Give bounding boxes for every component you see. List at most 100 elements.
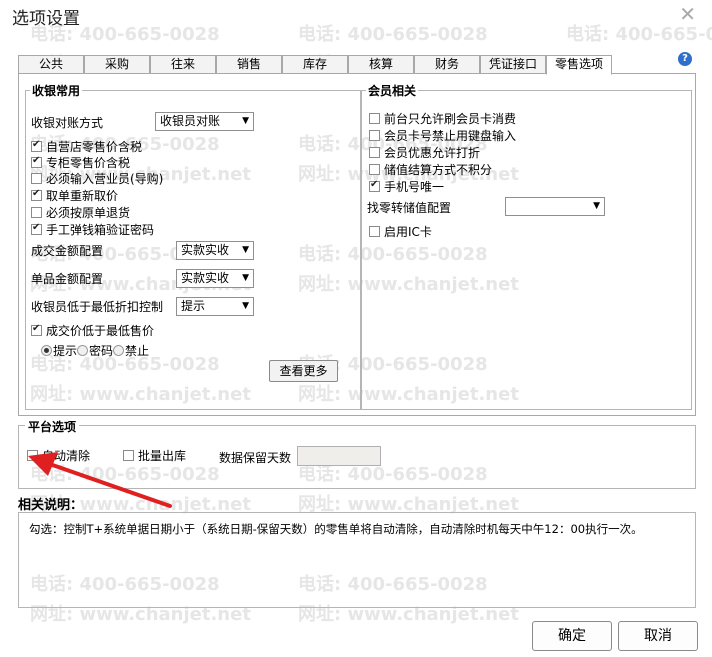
- deal-amount-value: 实款实收: [181, 243, 230, 257]
- item-amount-select[interactable]: 实款实收 ▼: [176, 269, 254, 288]
- item-amount-value: 实款实收: [181, 271, 230, 285]
- check-label: 批量出库: [138, 449, 187, 463]
- dropdown-arrow-icon: ▼: [242, 301, 249, 311]
- tab-inventory[interactable]: 库存: [282, 55, 348, 74]
- check-counter-tax[interactable]: 专柜零售价含税: [31, 154, 130, 171]
- check-member-card-only[interactable]: 前台只允许刷会员卡消费: [369, 110, 516, 127]
- radio-icon[interactable]: [77, 345, 89, 356]
- retain-days-input[interactable]: [297, 446, 381, 466]
- deal-amount-label: 成交金额配置: [31, 244, 104, 258]
- checkbox-icon[interactable]: [369, 179, 380, 192]
- check-label: 储值结算方式不积分: [384, 163, 493, 177]
- check-reprice-on-recall[interactable]: 取单重新取价: [31, 187, 118, 204]
- checkbox-icon[interactable]: [27, 450, 38, 461]
- check-label: 手机号唯一: [384, 180, 445, 194]
- title-bar: 选项设置 ✕: [0, 0, 712, 30]
- check-return-by-original[interactable]: 必须按原单退货: [31, 204, 130, 221]
- item-amount-label: 单品金额配置: [31, 272, 104, 286]
- change-to-stored-label: 找零转储值配置: [367, 201, 452, 215]
- check-enable-ic-card[interactable]: 启用IC卡: [369, 223, 432, 240]
- change-to-stored-select[interactable]: ▼: [505, 197, 605, 216]
- dropdown-arrow-icon: ▼: [242, 273, 249, 283]
- checkbox-icon[interactable]: [123, 450, 134, 461]
- checkbox-icon[interactable]: [369, 164, 380, 175]
- checkbox-icon[interactable]: [31, 155, 42, 168]
- check-label: 必须按原单退货: [46, 206, 131, 220]
- checkbox-icon[interactable]: [369, 130, 380, 141]
- dropdown-arrow-icon: ▼: [242, 245, 249, 255]
- check-label: 前台只允许刷会员卡消费: [384, 112, 517, 126]
- checkbox-icon[interactable]: [31, 207, 42, 218]
- tab-finance[interactable]: 财务: [414, 55, 480, 74]
- check-require-salesperson[interactable]: 必须输入营业员(导购): [31, 170, 163, 187]
- check-batch-out[interactable]: 批量出库: [123, 447, 186, 464]
- platform-options-group: 平台选项 自动清除 批量出库 数据保留天数: [18, 418, 696, 489]
- check-label: 自营店零售价含税: [46, 140, 143, 154]
- radio-icon[interactable]: [113, 345, 125, 356]
- check-label: 自动清除: [42, 449, 91, 463]
- check-member-discount[interactable]: 会员优惠允许打折: [369, 144, 480, 161]
- tab-accounts[interactable]: 往来: [150, 55, 216, 74]
- checkbox-icon[interactable]: [31, 222, 42, 235]
- check-self-store-tax[interactable]: 自营店零售价含税: [31, 138, 142, 155]
- check-label: 启用IC卡: [384, 225, 432, 239]
- check-label: 会员卡号禁止用键盘输入: [384, 129, 517, 143]
- tab-costing[interactable]: 核算: [348, 55, 414, 74]
- member-group-title: 会员相关: [368, 84, 417, 98]
- check-unique-phone[interactable]: 手机号唯一: [369, 178, 444, 195]
- description-label: 相关说明：: [18, 498, 84, 513]
- close-icon[interactable]: ✕: [679, 2, 696, 26]
- check-card-no-keyboard[interactable]: 会员卡号禁止用键盘输入: [369, 127, 516, 144]
- radio-label: 密码: [89, 344, 114, 358]
- checkbox-icon[interactable]: [369, 113, 380, 124]
- options-dialog: 电话: 400-665-0028 电话: 400-665-0028 电话: 40…: [0, 0, 712, 657]
- radio-password[interactable]: 密码: [77, 344, 113, 358]
- checkbox-icon[interactable]: [31, 173, 42, 184]
- check-auto-clear[interactable]: 自动清除: [27, 447, 90, 464]
- min-discount-label: 收银员低于最低折扣控制: [31, 300, 164, 314]
- description-text: 勾选：控制T+系统单据日期小于（系统日期-保留天数）的零售单将自动清除，自动清除…: [29, 522, 643, 536]
- platform-options-title: 平台选项: [25, 418, 80, 435]
- check-label: 必须输入营业员(导购): [46, 172, 164, 186]
- checkbox-icon[interactable]: [31, 323, 42, 336]
- check-label: 取单重新取价: [46, 189, 119, 203]
- checkbox-icon[interactable]: [369, 147, 380, 158]
- radio-label: 禁止: [125, 344, 150, 358]
- check-label: 成交价低于最低售价: [46, 324, 155, 338]
- view-more-button[interactable]: 查看更多: [269, 360, 338, 382]
- window-title: 选项设置: [12, 9, 80, 29]
- ok-button[interactable]: 确定: [532, 621, 612, 651]
- radio-prompt[interactable]: 提示: [41, 344, 77, 358]
- dropdown-arrow-icon: ▼: [242, 116, 249, 126]
- retail-options-panel: 收银常用 收银对账方式 收银员对账 ▼ 自营店零售价含税 专柜零售价含税 必须输…: [18, 73, 696, 416]
- reconcile-method-select[interactable]: 收银员对账 ▼: [155, 112, 254, 131]
- retain-days-label: 数据保留天数: [219, 451, 292, 465]
- dropdown-arrow-icon: ▼: [593, 201, 600, 211]
- cancel-button[interactable]: 取消: [618, 621, 698, 651]
- tab-retail-options[interactable]: 零售选项: [546, 55, 612, 75]
- checkbox-icon[interactable]: [369, 226, 380, 237]
- check-stored-value-no-points[interactable]: 储值结算方式不积分: [369, 161, 492, 178]
- check-label: 手工弹钱箱验证密码: [46, 223, 155, 237]
- check-label: 会员优惠允许打折: [384, 146, 481, 160]
- tab-general[interactable]: 公共: [18, 55, 84, 74]
- help-icon[interactable]: ?: [678, 52, 692, 66]
- tab-voucher-interface[interactable]: 凭证接口: [480, 55, 546, 74]
- tab-purchase[interactable]: 采购: [84, 55, 150, 74]
- min-discount-select[interactable]: 提示 ▼: [176, 297, 254, 316]
- reconcile-method-value: 收银员对账: [160, 114, 221, 128]
- radio-label: 提示: [53, 344, 78, 358]
- radio-icon[interactable]: [41, 345, 52, 356]
- tab-sales[interactable]: 销售: [216, 55, 282, 74]
- checkbox-icon[interactable]: [31, 188, 42, 201]
- radio-forbid[interactable]: 禁止: [113, 344, 149, 358]
- check-label: 专柜零售价含税: [46, 156, 131, 170]
- deal-amount-select[interactable]: 实款实收 ▼: [176, 241, 254, 260]
- cashier-group-title: 收银常用: [32, 84, 81, 98]
- checkbox-icon[interactable]: [31, 139, 42, 152]
- min-price-radio-group: 提示 密码 禁止: [41, 342, 149, 359]
- description-box: 勾选：控制T+系统单据日期小于（系统日期-保留天数）的零售单将自动清除，自动清除…: [18, 512, 696, 608]
- min-discount-value: 提示: [181, 299, 206, 313]
- check-cashbox-password[interactable]: 手工弹钱箱验证密码: [31, 221, 154, 238]
- check-min-price[interactable]: 成交价低于最低售价: [31, 322, 154, 339]
